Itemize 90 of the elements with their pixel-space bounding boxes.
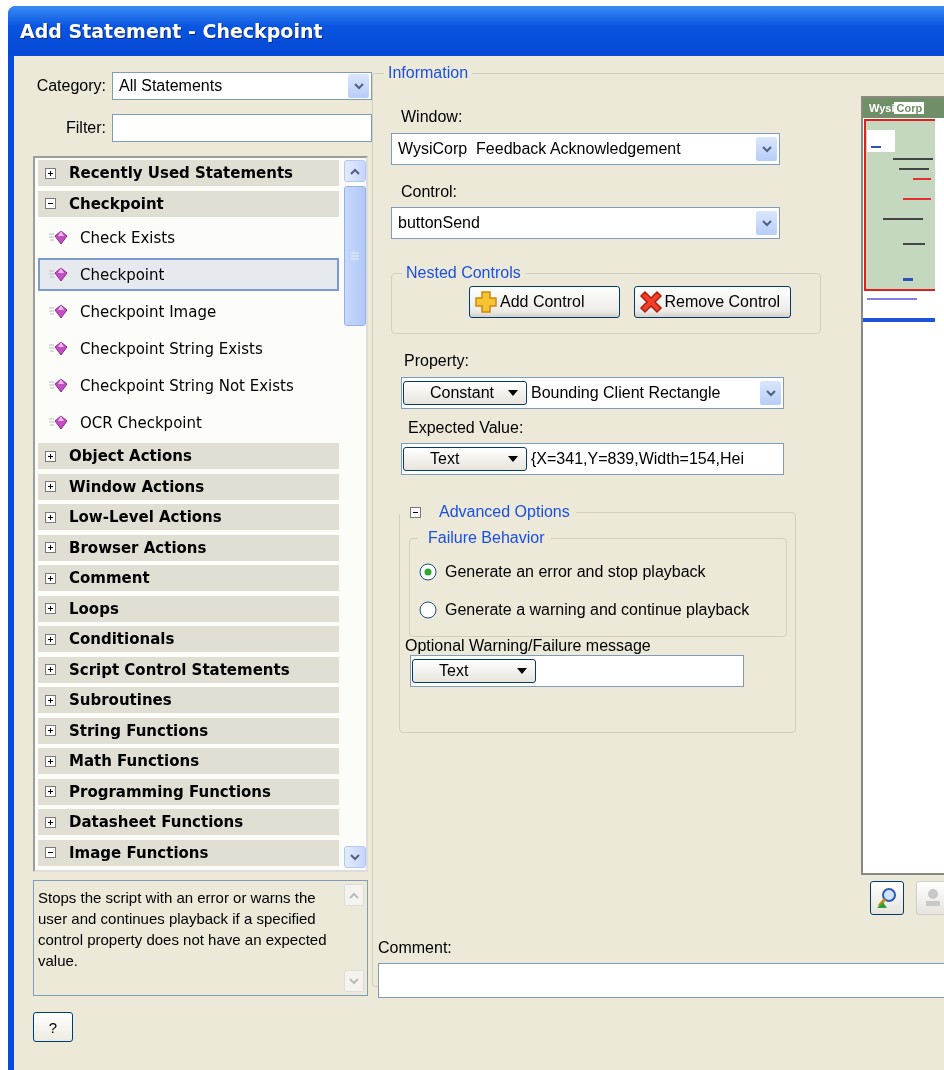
help-button[interactable]: ? — [33, 1012, 73, 1042]
radio-button[interactable] — [419, 563, 437, 581]
x-icon — [638, 290, 663, 314]
window-label: Window: — [401, 108, 464, 126]
expand-icon[interactable] — [45, 603, 56, 614]
expand-icon[interactable] — [45, 542, 56, 553]
message-field[interactable]: Text — [410, 655, 744, 687]
statement-icon — [48, 413, 70, 432]
statement-item[interactable]: OCR Checkpoint — [38, 406, 340, 439]
remove-control-button[interactable]: Remove Control — [633, 286, 792, 318]
category-header[interactable]: Recently Used Statements — [38, 160, 340, 186]
category-header[interactable]: Low-Level Actions — [38, 504, 340, 530]
expand-icon[interactable] — [45, 572, 56, 584]
mode-dropdown[interactable]: Text — [412, 659, 536, 683]
category-header[interactable]: Programming Functions — [38, 778, 340, 805]
expand-icon[interactable] — [45, 664, 56, 675]
person-icon — [923, 887, 943, 909]
category-dropdown[interactable]: All Statements — [112, 72, 372, 100]
collapse-icon[interactable] — [410, 506, 421, 518]
section-title: Information — [387, 64, 470, 82]
expand-icon[interactable] — [45, 786, 56, 797]
statement-icon — [48, 302, 70, 321]
mode-dropdown[interactable]: Text — [403, 447, 527, 471]
expand-icon[interactable] — [45, 511, 56, 523]
section-title: Nested Controls — [405, 264, 522, 282]
message-label: Optional Warning/Failure message — [405, 637, 651, 654]
comment-label: Comment: — [378, 939, 453, 957]
window-title: Add Statement - Checkpoint — [20, 20, 323, 42]
window-dropdown[interactable]: WysiCorp Feedback Acknowledgement — [391, 133, 780, 165]
expand-icon[interactable] — [45, 167, 56, 179]
category-header[interactable]: Window Actions — [38, 473, 340, 500]
category-header[interactable]: Checkpoint — [38, 190, 340, 217]
statement-item[interactable]: Checkpoint String Exists — [38, 332, 340, 365]
scroll-down-button[interactable] — [344, 846, 366, 868]
caret-icon — [517, 668, 527, 674]
expand-icon[interactable] — [45, 450, 56, 462]
category-header[interactable]: Object Actions — [38, 443, 340, 469]
preview-logo-text: Wysi — [869, 102, 895, 114]
statement-item[interactable]: Check Exists — [38, 221, 340, 254]
control-dropdown[interactable]: buttonSend — [391, 207, 780, 239]
radio-button[interactable] — [419, 601, 437, 619]
category-header[interactable]: Image Functions — [38, 839, 340, 866]
caret-icon — [508, 390, 518, 396]
expand-icon[interactable] — [45, 694, 56, 706]
statement-icon — [48, 228, 70, 247]
expected-value-label: Expected Value: — [408, 419, 525, 437]
category-header[interactable]: Math Functions — [38, 748, 340, 774]
category-header[interactable]: Conditionals — [38, 626, 340, 652]
caret-icon — [508, 456, 518, 462]
find-control-button[interactable] — [870, 881, 904, 915]
plus-icon — [474, 290, 498, 314]
expand-icon[interactable] — [45, 725, 56, 736]
preview-logo-text: Corp — [894, 102, 925, 114]
category-header[interactable]: Loops — [38, 595, 340, 622]
category-label: Category: — [35, 77, 106, 95]
statement-icon — [48, 265, 70, 284]
property-label: Property: — [404, 352, 470, 370]
scroll-up-button[interactable] — [344, 160, 366, 182]
add-control-button[interactable]: Add Control — [469, 286, 620, 318]
collapse-icon[interactable] — [45, 847, 56, 858]
property-dropdown[interactable]: Constant Bounding Client Rectangle — [401, 377, 784, 409]
control-label: Control: — [401, 183, 459, 201]
magnifier-icon — [875, 886, 899, 910]
statement-item[interactable]: Checkpoint — [38, 258, 340, 291]
category-header[interactable]: Comment — [38, 565, 340, 591]
expand-icon[interactable] — [45, 755, 56, 767]
category-header[interactable]: Datasheet Functions — [38, 809, 340, 835]
radio-label[interactable]: Generate an error and stop playback — [445, 563, 706, 581]
section-title: Advanced Options — [439, 503, 570, 521]
section-title: Failure Behavior — [427, 529, 546, 547]
statement-icon — [48, 339, 70, 358]
radio-label[interactable]: Generate a warning and continue playback — [445, 601, 750, 619]
scrollbar-thumb[interactable] — [344, 186, 366, 326]
expand-icon[interactable] — [45, 633, 56, 645]
comment-field[interactable] — [378, 963, 944, 998]
category-header[interactable]: Script Control Statements — [38, 656, 340, 683]
statement-item[interactable]: Checkpoint Image — [38, 295, 340, 328]
mode-dropdown[interactable]: Constant — [403, 381, 527, 405]
statement-description: Stops the script with an error or warns the user and continues playback if a specified control property does not have an expected value. — [37, 888, 328, 971]
collapse-icon[interactable] — [45, 198, 56, 209]
filter-label: Filter: — [65, 119, 106, 137]
expand-icon[interactable] — [45, 816, 56, 828]
expand-icon[interactable] — [45, 481, 56, 492]
expected-value-field[interactable]: Text {X=341,Y=839,Width=154,Hei — [401, 443, 784, 475]
filter-field[interactable] — [112, 114, 372, 142]
statement-item[interactable]: Checkpoint String Not Exists — [38, 369, 340, 402]
category-header[interactable]: String Functions — [38, 717, 340, 744]
category-header[interactable]: Browser Actions — [38, 534, 340, 561]
statement-icon — [48, 376, 70, 395]
category-header[interactable]: Subroutines — [38, 687, 340, 713]
